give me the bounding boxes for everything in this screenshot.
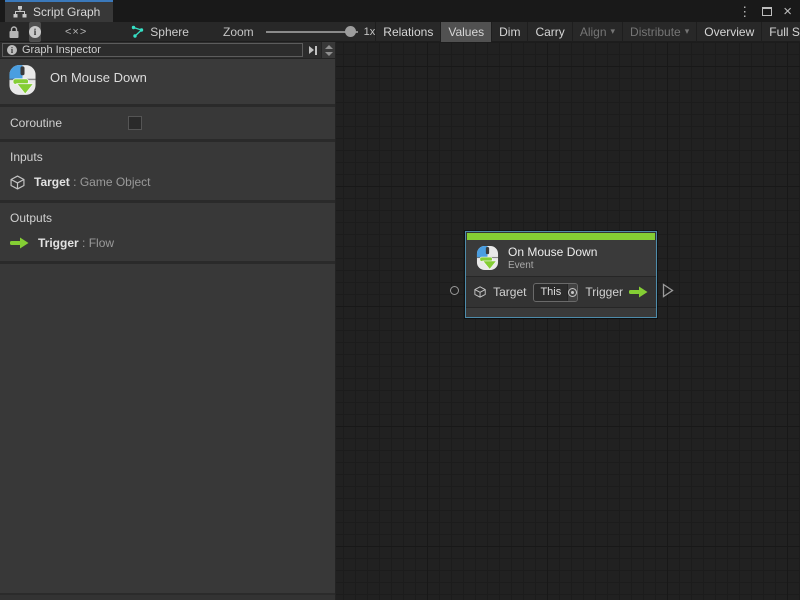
node-footer	[466, 307, 656, 317]
values-button[interactable]: Values	[440, 22, 491, 42]
target-object-field[interactable]: This	[533, 283, 578, 302]
node-event-color-bar	[467, 233, 655, 240]
zoom-label: Zoom	[223, 25, 254, 39]
output-connection-port[interactable]	[662, 283, 674, 298]
inspector-title-box: i Graph Inspector	[2, 43, 303, 57]
full-screen-button[interactable]: Full Screen	[761, 22, 800, 42]
object-picker-button[interactable]	[567, 284, 577, 301]
zoom-slider-knob[interactable]	[345, 26, 356, 37]
target-picker-icon	[568, 288, 577, 297]
graph-inspector-panel: i Graph Inspector On Mouse Down Coroutin…	[0, 42, 336, 600]
align-dropdown: Align ▾	[572, 22, 622, 42]
info-icon: i	[29, 26, 41, 38]
tab-script-graph[interactable]: Script Graph	[5, 0, 113, 22]
flow-arrow-icon	[10, 237, 29, 249]
node-title: On Mouse Down	[508, 245, 597, 259]
input-port-row: Target : Game Object	[0, 173, 335, 191]
script-graph-asset-icon	[131, 25, 144, 38]
overview-button[interactable]: Overview	[696, 22, 761, 42]
dim-button[interactable]: Dim	[491, 22, 527, 42]
output-port-row: Trigger : Flow	[0, 234, 335, 252]
mouse-down-icon	[476, 245, 499, 271]
inspector-bottom-edge	[0, 593, 335, 600]
outputs-section: Outputs Trigger : Flow	[0, 203, 335, 261]
flow-arrow-icon[interactable]	[629, 286, 648, 298]
window-menu-icon[interactable]: ⋮	[738, 5, 751, 18]
close-icon[interactable]: ×	[783, 4, 792, 19]
inspector-toggle-button[interactable]: i	[29, 22, 41, 42]
coroutine-label: Coroutine	[10, 116, 128, 130]
info-icon: i	[7, 45, 17, 55]
target-port-label: Target	[493, 285, 526, 299]
zoom-value: 1x	[364, 26, 376, 38]
dock-icon	[309, 46, 314, 54]
lock-icon	[8, 25, 20, 39]
carry-button[interactable]: Carry	[527, 22, 571, 42]
outputs-section-title: Outputs	[0, 211, 335, 234]
tab-label: Script Graph	[33, 5, 100, 19]
node-subtitle: Event	[508, 260, 597, 271]
script-graph-icon	[13, 6, 27, 18]
node-header: On Mouse Down Event	[466, 240, 656, 276]
title-bar: Script Graph ⋮ ×	[0, 0, 800, 22]
dock-panel-button[interactable]	[305, 42, 321, 58]
relations-button[interactable]: Relations	[375, 22, 440, 42]
inspector-title: Graph Inspector	[22, 44, 101, 56]
zoom-slider[interactable]	[266, 31, 358, 33]
distribute-dropdown: Distribute ▾	[622, 22, 696, 42]
game-object-cube-icon	[10, 175, 25, 190]
graph-reference-breadcrumb[interactable]: Sphere	[131, 25, 189, 39]
graph-toolbar: i <×> Sphere Zoom 1x Relations Values Di…	[0, 22, 800, 42]
panel-scroll-spinner	[321, 42, 335, 58]
lock-button[interactable]	[8, 22, 20, 42]
unit-title: On Mouse Down	[50, 70, 147, 85]
scroll-down-icon[interactable]	[325, 52, 333, 56]
game-object-cube-icon	[474, 285, 486, 299]
coroutine-row: Coroutine	[0, 107, 335, 139]
graph-canvas[interactable]: On Mouse Down Event Target This Trigger	[336, 42, 800, 600]
caret-down-icon: ▾	[685, 27, 690, 36]
unit-header: On Mouse Down	[0, 59, 335, 104]
graph-reference-label: Sphere	[150, 25, 189, 39]
trigger-port-label: Trigger	[585, 285, 623, 299]
maximize-icon[interactable]	[762, 7, 772, 16]
mouse-down-icon	[8, 64, 37, 96]
node-port-row: Target This Trigger	[466, 277, 656, 307]
input-connection-port[interactable]	[450, 286, 459, 295]
inputs-section: Inputs Target : Game Object	[0, 142, 335, 200]
inputs-section-title: Inputs	[0, 150, 335, 173]
edit-graph-button[interactable]: <×>	[65, 26, 87, 38]
coroutine-checkbox[interactable]	[128, 116, 142, 130]
on-mouse-down-node[interactable]: On Mouse Down Event Target This Trigger	[465, 231, 657, 318]
inspector-header: i Graph Inspector	[0, 42, 335, 59]
caret-down-icon: ▾	[611, 27, 616, 36]
scroll-up-icon[interactable]	[325, 45, 333, 49]
